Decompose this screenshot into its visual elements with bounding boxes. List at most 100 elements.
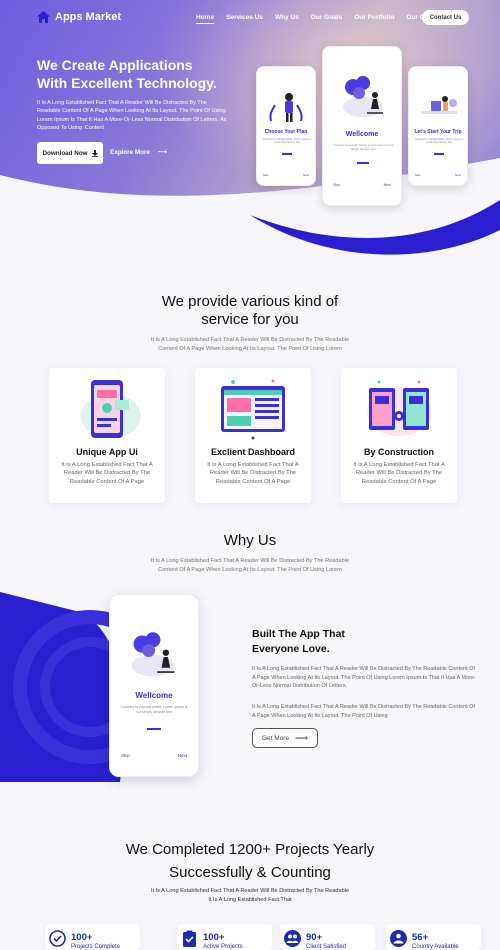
nav-our-goals[interactable]: Our Goals xyxy=(311,14,342,24)
card-text: It Is A Long Established Fact That A Rea… xyxy=(353,462,445,485)
plan-illustration xyxy=(269,93,303,122)
service-card-construction[interactable]: By Construction It Is A Long Established… xyxy=(341,368,457,503)
stat-number: 100+ xyxy=(71,932,93,943)
phone-text: Contrary to popular belief, Lorem Ipsum … xyxy=(332,143,394,151)
users-icon xyxy=(284,930,301,947)
nav-links: Home Services Us Why Us Our Goals Our Po… xyxy=(196,14,450,24)
welcome-illustration xyxy=(131,632,175,677)
services-subtitle: It Is A Long Established Fact That A Rea… xyxy=(0,336,500,353)
stat-number: 56+ xyxy=(412,932,429,943)
skip-button[interactable]: Skip xyxy=(333,183,340,187)
page-dots xyxy=(282,153,292,155)
arrow-right-icon: ⟶ xyxy=(295,732,308,743)
page-dots xyxy=(434,153,444,155)
stat-client-satisfied: 90+ Client Satisfied xyxy=(280,924,375,950)
nav-services[interactable]: Services Us xyxy=(226,14,263,24)
stat-active-projects: 100+ Active Projects xyxy=(177,924,272,950)
mobile-ui-illustration xyxy=(81,380,141,438)
stat-number: 90+ xyxy=(306,932,323,943)
built-title-line1: Built The App That xyxy=(252,628,345,640)
card-text: It Is A Long Established Fact That A Rea… xyxy=(207,462,299,485)
built-title: Built The App That Everyone Love. xyxy=(252,627,432,657)
skip-button[interactable]: Skip xyxy=(121,753,130,758)
card-title: By Construction xyxy=(363,447,434,457)
hero-phone-right: Let's Start Your Trip Contrary to popula… xyxy=(408,66,468,186)
hero-title: We Create Applications With Excellent Te… xyxy=(37,56,247,92)
brand-logo[interactable]: Apps Market xyxy=(37,11,121,23)
completed-title-line1: We Completed 1200+ Projects Yearly xyxy=(125,841,375,858)
card-text: It Is A Long Established Fact That A Rea… xyxy=(61,462,153,485)
stat-country-available: 56+ Country Available xyxy=(386,924,481,950)
services-subtitle-line2: Content Of A Page When Looking At Its La… xyxy=(158,345,342,352)
why-subtitle-line2: Content Of A Page When Looking At Its La… xyxy=(158,566,342,573)
contact-us-button[interactable]: Contact Us xyxy=(422,10,469,25)
service-card-unique-app[interactable]: Unique App Ui It Is A Long Established F… xyxy=(49,368,165,503)
built-title-line2: Everyone Love. xyxy=(252,643,330,655)
hero-phone-left: Choose Your Plan Contrary to popular bel… xyxy=(256,66,316,186)
skip-button[interactable]: Skip xyxy=(415,173,421,177)
completed-subtitle: It Is A Long Established Fact That A Rea… xyxy=(0,887,500,904)
completed-subtitle-line2: It Is A Long Established Fact That xyxy=(208,896,292,903)
dashboard-illustration xyxy=(221,379,285,440)
phone-title: Wellcome xyxy=(135,691,173,700)
explore-label: Explore More xyxy=(110,149,150,156)
next-button[interactable]: Next xyxy=(303,173,309,177)
why-us-title: Why Us xyxy=(223,532,277,549)
completed-title-line2: Successfully & Counting xyxy=(169,864,331,881)
next-button[interactable]: Next xyxy=(455,173,461,177)
skip-button[interactable]: Skip xyxy=(263,173,269,177)
globe-users-icon xyxy=(390,930,407,947)
services-subtitle-line1: It Is A Long Established Fact That A Rea… xyxy=(150,337,350,343)
phone-text: Contrary to popular belief, Lorem Ipsum … xyxy=(120,705,188,714)
phone-title: Wellcome xyxy=(345,131,379,138)
brand-name: Apps Market xyxy=(55,11,122,23)
get-more-button[interactable]: Get More ⟶ xyxy=(252,728,318,748)
completed-subtitle-line1: It Is A Long Established Fact That A Rea… xyxy=(150,888,350,894)
stat-label: Client Satisfied xyxy=(306,944,347,950)
page-dots xyxy=(357,162,369,164)
nav-home[interactable]: Home xyxy=(196,14,215,24)
stats-row: 100+ Projects Complete 100+ Active Proje… xyxy=(0,924,500,950)
built-paragraph-2: It Is A Long Established Fact That A Rea… xyxy=(252,704,475,719)
phone-title: Let's Start Your Trip xyxy=(414,129,462,135)
hero-title-line1: We Create Applications xyxy=(37,57,193,73)
completed-title: We Completed 1200+ Projects Yearly Succe… xyxy=(0,838,500,884)
hero-description: It Is A Long Established Fact That A Rea… xyxy=(37,100,227,131)
why-us-subtitle: It Is A Long Established Fact That A Rea… xyxy=(0,557,500,574)
page-dots xyxy=(147,728,161,730)
next-button[interactable]: Next xyxy=(178,753,187,758)
phone-text: Contrary to popular belief, Lorem Ipsum … xyxy=(262,138,312,144)
services-title-line1: We provide various kind of xyxy=(161,293,339,310)
services-title: We provide various kind of service for y… xyxy=(0,293,500,329)
service-card-dashboard[interactable]: Exclient Dashboard It Is A Long Establis… xyxy=(195,368,311,503)
stat-label: Active Projects xyxy=(203,944,243,950)
download-now-button[interactable]: Download Now xyxy=(37,142,103,164)
explore-more-link[interactable]: Explore More ⟶ xyxy=(110,149,167,156)
stat-number: 100+ xyxy=(203,932,225,943)
built-paragraph-1: It Is A Long Established Fact That A Rea… xyxy=(252,666,476,689)
hero-phone-center: Wellcome Contrary to popular belief, Lor… xyxy=(322,46,402,206)
nav-why-us[interactable]: Why Us xyxy=(275,14,299,24)
home-icon xyxy=(37,11,50,23)
arrow-right-icon: ⟶ xyxy=(157,149,167,156)
why-us-phone: Wellcome Contrary to popular belief, Lor… xyxy=(109,594,199,777)
why-subtitle-line1: It Is A Long Established Fact That A Rea… xyxy=(150,558,350,564)
services-title-line2: service for you xyxy=(201,311,299,328)
phone-title: Choose Your Plan xyxy=(264,129,308,135)
nav-our-portfolio[interactable]: Our Portfolio xyxy=(354,14,394,24)
stat-label: Projects Complete xyxy=(71,944,121,950)
get-more-label: Get More xyxy=(262,734,290,742)
download-icon xyxy=(91,149,98,157)
construction-illustration xyxy=(367,380,431,436)
download-label: Download Now xyxy=(42,149,88,157)
welcome-illustration xyxy=(343,76,383,117)
check-circle-icon xyxy=(49,930,66,947)
stat-label: Country Available xyxy=(412,944,459,950)
card-title: Unique App Ui xyxy=(76,447,138,457)
stat-projects-complete: 100+ Projects Complete xyxy=(45,924,140,950)
card-title: Exclient Dashboard xyxy=(210,447,296,457)
clipboard-check-icon xyxy=(183,930,196,947)
next-button[interactable]: Next xyxy=(384,183,391,187)
hero-title-line2: With Excellent Technology. xyxy=(37,75,217,91)
top-nav: Apps Market Home Services Us Why Us Our … xyxy=(0,8,500,30)
